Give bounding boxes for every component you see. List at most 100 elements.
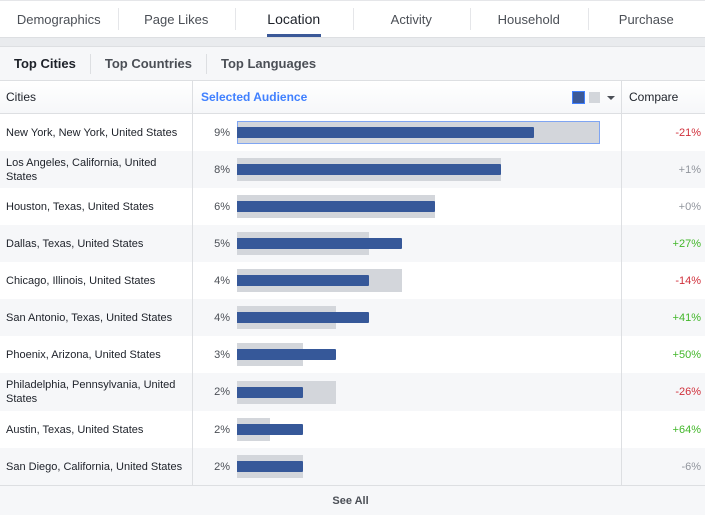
selected-audience-bar <box>237 386 303 398</box>
audience-cell: 2% <box>193 448 622 485</box>
table-row[interactable]: Philadelphia, Pennsylvania, United State… <box>0 373 705 411</box>
audience-percent: 2% <box>214 460 230 473</box>
top-tab-bar: Demographics Page Likes Location Activity Ho… <box>0 0 705 38</box>
selected-audience-bar <box>237 312 369 323</box>
compare-value: -21% <box>675 126 701 139</box>
caret-down-icon[interactable] <box>607 95 615 100</box>
compare-swatch-icon[interactable] <box>589 92 600 103</box>
audience-percent: 4% <box>214 311 230 324</box>
tab-label: Household <box>497 11 560 27</box>
table-row[interactable]: San Antonio, Texas, United States 4% +41% <box>0 299 705 336</box>
table-row[interactable]: Phoenix, Arizona, United States 3% +50% <box>0 336 705 373</box>
compare-value: +41% <box>672 311 701 324</box>
audience-percent: 4% <box>214 274 230 287</box>
audience-percent: 8% <box>214 163 230 176</box>
table-row[interactable]: Chicago, Illinois, United States 4% -14% <box>0 262 705 299</box>
audience-percent: 2% <box>214 386 230 398</box>
tab-label: Page Likes <box>144 11 209 27</box>
city-name: Phoenix, Arizona, United States <box>0 336 193 373</box>
header-compare[interactable]: Compare <box>622 81 705 113</box>
tab-page-likes[interactable]: Page Likes <box>117 1 236 37</box>
audience-cell: 6% <box>193 188 622 225</box>
audience-percent: 2% <box>214 423 230 436</box>
tab-label: Purchase <box>618 11 674 27</box>
tab-activity[interactable]: Activity <box>352 1 471 37</box>
city-name: New York, New York, United States <box>0 114 193 151</box>
selected-audience-swatch-icon[interactable] <box>572 91 585 104</box>
selected-audience-bar <box>237 164 501 175</box>
table-header: Cities Selected Audience Compare <box>0 81 705 114</box>
audience-cell: 8% <box>193 151 622 188</box>
legend-toggle[interactable] <box>572 91 615 104</box>
compare-value: +27% <box>672 237 701 250</box>
audience-cell: 5% <box>193 225 622 262</box>
table-body: New York, New York, United States 9% -21% L… <box>0 114 705 485</box>
audience-cell: 9% <box>193 114 622 151</box>
table-row[interactable]: New York, New York, United States 9% -21% <box>0 114 705 151</box>
header-selected-audience-label: Selected Audience <box>201 90 308 104</box>
sub-tab-divider <box>206 53 208 74</box>
header-cities[interactable]: Cities <box>0 81 193 113</box>
city-name: San Diego, California, United States <box>0 448 193 485</box>
selected-audience-bar <box>237 424 303 435</box>
audience-cell: 2% <box>193 373 622 411</box>
sub-tab-top-languages[interactable]: Top Languages <box>213 56 324 71</box>
table-row[interactable]: Austin, Texas, United States 2% +64% <box>0 411 705 448</box>
selected-audience-bar <box>237 238 402 249</box>
table-footer: See All <box>0 485 705 515</box>
city-name: Austin, Texas, United States <box>0 411 193 448</box>
tab-label: Location <box>267 11 321 27</box>
header-selected-audience[interactable]: Selected Audience <box>193 81 622 113</box>
compare-value: -26% <box>675 386 701 398</box>
city-name: Dallas, Texas, United States <box>0 225 193 262</box>
bar-group[interactable] <box>237 232 607 255</box>
see-all-link[interactable]: See All <box>332 495 368 507</box>
bar-group[interactable] <box>237 380 607 404</box>
tab-household[interactable]: Household <box>470 1 588 37</box>
bar-group[interactable] <box>237 418 607 441</box>
bar-group[interactable] <box>237 121 607 144</box>
table-row[interactable]: Dallas, Texas, United States 5% +27% <box>0 225 705 262</box>
tab-location[interactable]: Location <box>235 1 353 37</box>
cities-table: Cities Selected Audience Compare New Yor… <box>0 81 705 485</box>
compare-value: +0% <box>678 200 701 213</box>
city-name: San Antonio, Texas, United States <box>0 299 193 336</box>
bar-group[interactable] <box>237 306 607 329</box>
selected-audience-bar <box>237 275 369 286</box>
table-row[interactable]: San Diego, California, United States 2% -6… <box>0 448 705 485</box>
city-name: Houston, Texas, United States <box>0 188 193 225</box>
audience-percent: 3% <box>214 348 230 361</box>
bar-group[interactable] <box>237 195 607 218</box>
table-row[interactable]: Houston, Texas, United States 6% +0% <box>0 188 705 225</box>
city-name: Philadelphia, Pennsylvania, United State… <box>0 373 193 411</box>
sub-tab-top-cities[interactable]: Top Cities <box>6 56 84 71</box>
compare-value: +1% <box>678 163 701 176</box>
audience-cell: 2% <box>193 411 622 448</box>
selected-audience-bar <box>237 201 435 212</box>
sub-tab-bar: Top Cities Top Countries Top Languages <box>0 46 705 81</box>
selected-audience-bar <box>237 349 336 360</box>
city-name: Los Angeles, California, United States <box>0 151 193 188</box>
compare-value: -6% <box>681 460 701 473</box>
table-row[interactable]: Los Angeles, California, United States 8%… <box>0 151 705 188</box>
compare-value: +50% <box>672 348 701 361</box>
tab-purchase[interactable]: Purchase <box>587 1 705 37</box>
tab-label: Demographics <box>16 11 101 27</box>
audience-cell: 4% <box>193 299 622 336</box>
bar-group[interactable] <box>237 269 607 292</box>
audience-percent: 5% <box>214 237 230 250</box>
bar-group[interactable] <box>237 343 607 366</box>
city-name: Chicago, Illinois, United States <box>0 262 193 299</box>
selected-audience-bar <box>237 127 534 138</box>
tab-label: Activity <box>390 11 432 27</box>
section-gap <box>0 38 705 46</box>
sub-tab-divider <box>89 53 91 74</box>
compare-value: -14% <box>675 274 701 287</box>
tab-demographics[interactable]: Demographics <box>0 1 118 37</box>
audience-cell: 3% <box>193 336 622 373</box>
audience-cell: 4% <box>193 262 622 299</box>
bar-group[interactable] <box>237 455 607 478</box>
bar-group[interactable] <box>237 158 607 181</box>
compare-value: +64% <box>672 423 701 436</box>
sub-tab-top-countries[interactable]: Top Countries <box>97 56 200 71</box>
